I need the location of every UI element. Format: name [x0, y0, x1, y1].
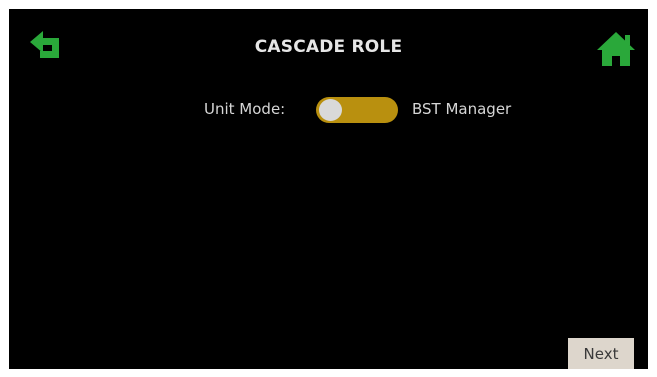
- page-title: CASCADE ROLE: [254, 37, 403, 57]
- cascade-role-screen: CASCADE ROLE Unit Mode: BST Manager Next: [9, 9, 648, 369]
- unit-mode-label: Unit Mode:: [204, 100, 286, 118]
- toggle-knob: [319, 99, 342, 121]
- home-button[interactable]: [594, 27, 638, 71]
- unit-mode-value: BST Manager: [412, 100, 512, 118]
- unit-mode-row: Unit Mode: BST Manager: [9, 95, 648, 125]
- unit-mode-toggle[interactable]: [316, 97, 398, 123]
- next-button[interactable]: Next: [568, 338, 634, 369]
- home-icon: [597, 32, 635, 66]
